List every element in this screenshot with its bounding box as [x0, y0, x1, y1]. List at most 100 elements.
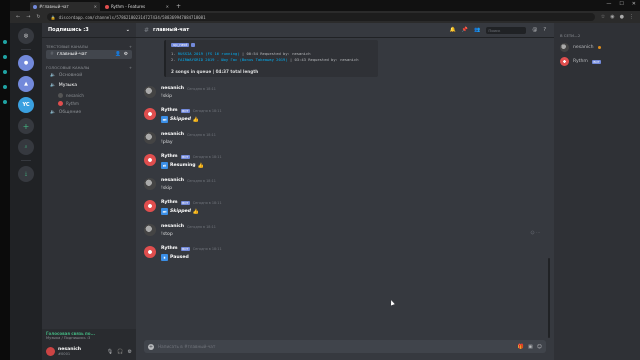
member-item[interactable]: nesanich: [560, 43, 634, 52]
gif-icon[interactable]: ▣: [528, 344, 533, 350]
explore-servers-icon[interactable]: ⌕: [18, 139, 34, 155]
media-control-icon: ⏭: [161, 208, 168, 215]
taskbar-app-icon[interactable]: [3, 85, 7, 89]
avatar[interactable]: [144, 178, 156, 190]
message-actions-icon[interactable]: ☺ ⋯: [531, 230, 540, 235]
avatar[interactable]: [144, 108, 156, 120]
window-controls: — ☐ ✕: [606, 1, 636, 7]
message-author[interactable]: Rythm: [161, 200, 178, 205]
browser-tab-rythm[interactable]: Rythm - Features ✕: [102, 2, 172, 11]
add-channel-icon[interactable]: +: [129, 65, 132, 70]
voice-channel-main[interactable]: 🔈 Основной: [46, 71, 132, 80]
server-icon[interactable]: ●: [18, 55, 34, 71]
address-bar: ← → ↻ 🔒 discordapp.com/channels/57862180…: [10, 11, 640, 23]
microphone-icon[interactable]: 🎙: [107, 349, 113, 355]
taskbar-app-icon[interactable]: [3, 40, 7, 44]
message-author[interactable]: nesanich: [161, 86, 184, 91]
url-field[interactable]: 🔒 discordapp.com/channels/57862180231472…: [46, 13, 595, 21]
message-item: Rythm BOT Сегодня в 18:11 ⏸ Paused: [144, 246, 542, 261]
upload-icon[interactable]: +: [148, 343, 154, 350]
message-author[interactable]: nesanich: [161, 132, 184, 137]
add-server-icon[interactable]: +: [18, 118, 34, 134]
gift-icon[interactable]: 🎁: [518, 344, 524, 350]
queue-index: 1.: [171, 51, 176, 56]
pin-icon[interactable]: 📌: [462, 27, 468, 33]
reload-icon[interactable]: ↻: [36, 14, 40, 20]
voice-connected-channel[interactable]: Музыка / Подпишись :3: [46, 336, 132, 340]
queue-link[interactable]: RUSSIA 2019 (FS 16 running): [178, 51, 240, 56]
add-channel-icon[interactable]: +: [129, 44, 132, 49]
taskbar-app-icon[interactable]: [3, 70, 7, 74]
message-author[interactable]: nesanich: [161, 178, 184, 183]
new-tab-button[interactable]: +: [176, 3, 181, 10]
emoji-icon[interactable]: ☺: [537, 344, 542, 350]
minimize-icon[interactable]: —: [606, 1, 611, 7]
hash-icon: #: [50, 52, 54, 57]
messages-container: nesanich Сегодня в 18:11 !skip Rythm BOT…: [144, 86, 542, 261]
taskbar-app-icon[interactable]: [3, 55, 7, 59]
queue-meta: | 00:54 Requested by: nesanich: [241, 51, 311, 56]
close-tab-icon[interactable]: ✕: [166, 4, 169, 9]
avatar[interactable]: [144, 132, 156, 144]
message-author[interactable]: Rythm: [161, 108, 178, 113]
search-input[interactable]: Поиск: [486, 26, 527, 34]
voice-channel-music[interactable]: 🔈 Музыка: [46, 81, 132, 90]
avatar[interactable]: [144, 86, 156, 98]
server-header[interactable]: Подпишись :3 ⌄: [42, 23, 136, 38]
help-icon[interactable]: ?: [543, 27, 546, 33]
media-control-icon: ⏭: [161, 116, 168, 123]
category-voice[interactable]: ГОЛОСОВЫЕ КАНАЛЫ +: [42, 65, 136, 70]
discord-home-icon[interactable]: ◎: [18, 28, 34, 44]
message-input[interactable]: + Написать в #главный-чат 🎁 ▣ ☺: [144, 340, 546, 353]
message-timestamp: Сегодня в 18:11: [187, 132, 216, 137]
headphones-icon[interactable]: 🎧: [117, 349, 123, 355]
close-tab-icon[interactable]: ✕: [94, 4, 97, 9]
server-icon[interactable]: ▲: [18, 76, 34, 92]
gear-icon[interactable]: ⚙: [128, 349, 132, 355]
scrollbar[interactable]: [548, 258, 550, 338]
mention-icon[interactable]: @: [532, 27, 537, 33]
speaker-icon: 🔈: [50, 110, 56, 115]
message-author[interactable]: Rythm: [161, 154, 178, 159]
member-item[interactable]: Rythm BOT: [560, 57, 634, 66]
download-apps-icon[interactable]: ⤓: [18, 166, 34, 182]
channel-label: Музыка: [58, 83, 78, 88]
voice-user[interactable]: Rythm: [58, 99, 136, 107]
taskbar-app-icon[interactable]: [3, 100, 7, 104]
members-icon[interactable]: 👥: [474, 27, 480, 33]
menu-icon[interactable]: ⋮: [629, 14, 634, 20]
forward-icon[interactable]: →: [26, 14, 30, 20]
message-timestamp: Сегодня в 18:11: [192, 108, 222, 113]
gear-icon[interactable]: ⚙: [124, 52, 128, 57]
message-item: nesanich Сегодня в 18:11 !play: [144, 132, 542, 145]
close-window-icon[interactable]: ✕: [632, 1, 636, 7]
speaker-icon: 🔈: [50, 73, 56, 78]
avatar[interactable]: [46, 347, 55, 356]
server-icon-yc[interactable]: YC: [18, 97, 34, 113]
avatar[interactable]: [144, 200, 156, 212]
hash-icon: #: [144, 26, 150, 34]
back-icon[interactable]: ←: [16, 14, 20, 20]
queue-link[interactable]: FAIRWAYGRID 2019 - Шоу Гас (Bonus Takeaw…: [178, 57, 288, 62]
profile-icon[interactable]: ●: [620, 14, 624, 20]
voice-user[interactable]: nesanich: [58, 91, 136, 99]
avatar[interactable]: [144, 224, 156, 236]
star-icon[interactable]: ☆: [601, 14, 605, 20]
browser-tab-discord[interactable]: #главный-чат ✕: [30, 2, 100, 11]
avatar[interactable]: [144, 246, 156, 258]
avatar[interactable]: [144, 154, 156, 166]
extension-icon[interactable]: ◉: [610, 14, 614, 20]
message-item: nesanich Сегодня в 18:11 !stop ☺ ⋯: [144, 224, 542, 237]
message-author[interactable]: nesanich: [161, 224, 184, 229]
category-text[interactable]: ТЕКСТОВЫЕ КАНАЛЫ +: [42, 44, 136, 49]
invite-icon[interactable]: 👤: [115, 52, 121, 57]
voice-channel-talk[interactable]: 🔈 Общение: [46, 108, 132, 117]
channel-main-chat[interactable]: # главный-чат 👤 ⚙: [46, 50, 132, 59]
bell-icon[interactable]: 🔔: [450, 27, 456, 33]
chevron-down-icon: ⌄: [125, 27, 130, 33]
message-author[interactable]: Rythm: [161, 246, 178, 251]
message-text: Paused: [170, 255, 189, 260]
message-timestamp: Сегодня в 18:11: [187, 224, 216, 229]
maximize-icon[interactable]: ☐: [619, 1, 623, 7]
avatar: [58, 92, 63, 98]
